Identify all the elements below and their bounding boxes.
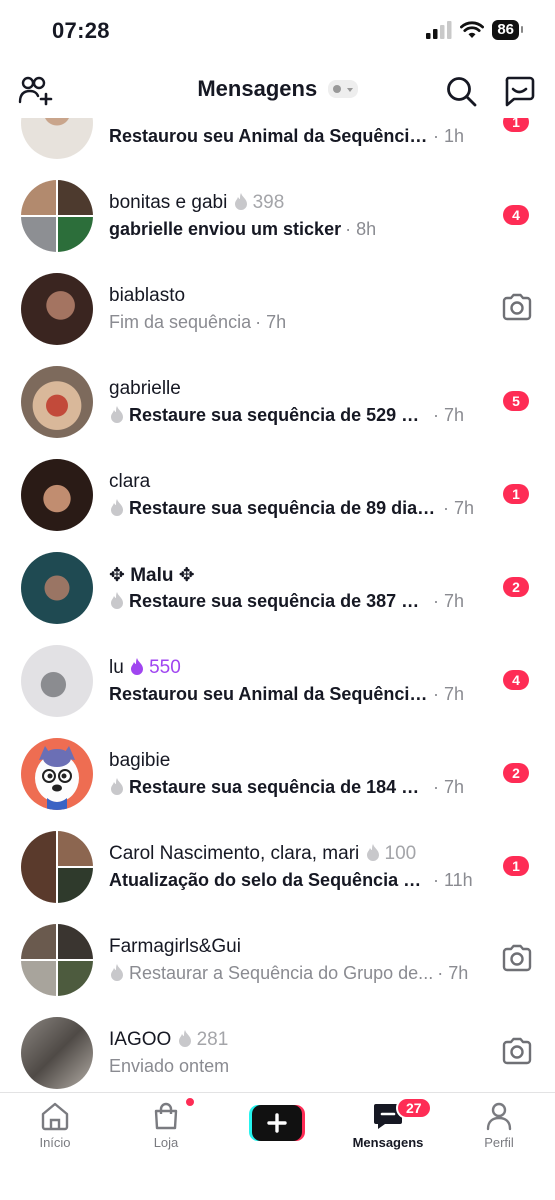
streak-flame-icon: [234, 193, 247, 210]
clock: 07:28: [52, 18, 110, 43]
home-icon: [41, 1102, 69, 1131]
streak-count: 398: [252, 192, 285, 213]
avatar: [21, 273, 93, 345]
new-message-icon[interactable]: [502, 74, 536, 108]
streak-flame-icon: [111, 964, 123, 981]
conversation-name: bonitas e gabi 398: [109, 192, 285, 213]
unread-badge: 4: [503, 205, 529, 225]
conversation-name: IAGOO 281: [109, 1029, 229, 1050]
header: Mensagens: [0, 62, 555, 118]
conversation-preview: Restaure sua sequência de 387 di... · 7h: [109, 591, 479, 612]
conversation-name: lu 550: [109, 657, 181, 678]
streak-flame-icon: [111, 778, 123, 795]
conversation-preview: Restaurou seu Animal da Sequência... · 7h: [109, 684, 465, 704]
conversation-row[interactable]: ✥ Malu ✥ Restaure sua sequência de 387 d…: [0, 542, 555, 635]
conversation-preview: Restaure sua sequência de 529 di... · 7h: [109, 405, 479, 426]
conversation-row[interactable]: clara Restaure sua sequência de 89 dia(s…: [0, 449, 555, 542]
status-icons: 86: [426, 20, 523, 40]
streak-flame-icon: [366, 844, 379, 861]
camera-icon[interactable]: [501, 944, 533, 972]
notification-dot: [185, 1097, 195, 1107]
group-avatar: [21, 924, 93, 996]
conversation-preview: Atualização do selo da Sequência d... · 1…: [109, 870, 473, 890]
search-icon[interactable]: [444, 74, 478, 108]
conversation-row[interactable]: Restaurou seu Animal da Sequência... · 1h…: [0, 118, 555, 170]
avatar: [21, 459, 93, 531]
streak-count: 550: [149, 657, 181, 678]
conversation-name: biablasto: [109, 285, 186, 306]
streak-flame-icon: [111, 499, 123, 516]
bottom-tab-bar: Início Loja Mensagens 27 Perfil: [0, 1092, 555, 1200]
conversation-row[interactable]: Carol Nascimento, clara, mari 100 Atuali…: [0, 821, 555, 914]
status-bar: 07:28 86: [0, 0, 555, 62]
conversation-name: Carol Nascimento, clara, mari 100: [109, 843, 417, 864]
battery-indicator: 86: [492, 20, 523, 40]
conversation-row[interactable]: bagibie Restaure sua sequência de 184 di…: [0, 728, 555, 821]
conversation-name: ✥ Malu ✥: [109, 565, 195, 586]
avatar: [21, 552, 93, 624]
camera-icon[interactable]: [501, 293, 533, 321]
tab-shop[interactable]: Loja: [126, 1101, 206, 1150]
conversation-preview: gabrielle enviou um sticker · 8h: [109, 219, 377, 239]
unread-badge: 2: [503, 763, 529, 783]
avatar: [21, 118, 93, 159]
create-button[interactable]: [249, 1105, 305, 1141]
streak-flame-icon: [178, 1030, 191, 1047]
conversation-row[interactable]: IAGOO 281 Enviado ontem: [0, 1007, 555, 1092]
profile-icon: [486, 1102, 512, 1131]
unread-badge: 1: [503, 118, 529, 132]
group-avatar: [21, 180, 93, 252]
unread-badge: 5: [503, 391, 529, 411]
conversation-preview: Restaurou seu Animal da Sequência... · 1h: [109, 126, 465, 146]
status-dot-icon: [332, 85, 341, 93]
streak-flame-icon: [111, 406, 123, 423]
avatar: [21, 1017, 93, 1089]
unread-badge: 4: [503, 670, 529, 690]
bluey-character-icon: [35, 746, 79, 810]
conversation-preview: Enviado ontem: [109, 1056, 230, 1076]
conversation-list: Restaurou seu Animal da Sequência... · 1h…: [0, 118, 555, 1092]
online-status-dropdown[interactable]: [327, 80, 358, 98]
conversation-name: gabrielle: [109, 378, 181, 399]
streak-count: 100: [384, 843, 417, 864]
conversation-row[interactable]: biablasto Fim da sequência · 7h: [0, 263, 555, 356]
avatar: [21, 366, 93, 438]
conversation-preview: Restaurar a Sequência do Grupo de... · 7h: [109, 963, 479, 984]
tab-profile[interactable]: Perfil: [459, 1101, 539, 1150]
conversation-name: Farmagirls&Gui: [109, 936, 241, 957]
conversation-preview: Fim da sequência · 7h: [109, 312, 287, 332]
conversation-preview: Restaure sua sequência de 89 dia(s) · 7h: [109, 498, 479, 519]
conversation-name: bagibie: [109, 750, 171, 771]
tab-home[interactable]: Início: [15, 1101, 95, 1150]
shopping-bag-icon: [154, 1102, 178, 1130]
conversation-row[interactable]: gabrielle Restaure sua sequência de 529 …: [0, 356, 555, 449]
conversation-preview: Restaure sua sequência de 184 di... · 7h: [109, 777, 479, 798]
camera-icon[interactable]: [501, 1037, 533, 1065]
messages-count-badge: 27: [396, 1097, 432, 1119]
conversation-row[interactable]: bonitas e gabi 398 gabrielle enviou um s…: [0, 170, 555, 263]
unread-badge: 1: [503, 484, 529, 504]
unread-badge: 2: [503, 577, 529, 597]
conversation-row[interactable]: Farmagirls&Gui Restaurar a Sequência do …: [0, 914, 555, 1007]
group-avatar: [21, 831, 93, 903]
streak-flame-icon: [111, 592, 123, 609]
avatar: [21, 645, 93, 717]
streak-count: 281: [196, 1029, 229, 1050]
wifi-icon: [460, 21, 485, 38]
avatar: [21, 738, 93, 810]
conversation-name: clara: [109, 471, 151, 492]
page-title: Mensagens: [197, 76, 318, 101]
caret-down-icon: [346, 88, 353, 92]
signal-icon: [426, 21, 452, 39]
conversation-row[interactable]: lu 550 Restaurou seu Animal da Sequência…: [0, 635, 555, 728]
unread-badge: 1: [503, 856, 529, 876]
streak-flame-icon: [131, 658, 144, 675]
